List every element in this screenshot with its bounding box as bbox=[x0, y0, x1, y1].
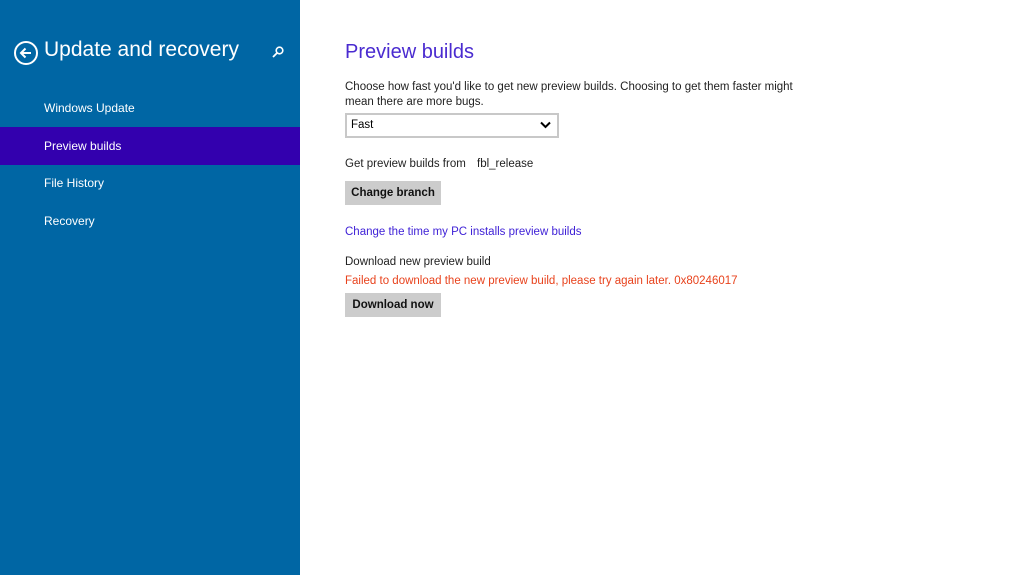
back-button[interactable] bbox=[14, 41, 38, 65]
speed-select[interactable]: Fast bbox=[345, 113, 559, 138]
speed-description: Choose how fast you'd like to get new pr… bbox=[345, 81, 793, 108]
download-now-button[interactable]: Download now bbox=[345, 293, 441, 317]
speed-select-value: Fast bbox=[351, 119, 374, 131]
back-arrow-icon bbox=[19, 47, 31, 59]
error-message: Failed to download the new preview build… bbox=[345, 275, 738, 287]
sidebar-title: Update and recovery bbox=[44, 38, 239, 61]
change-branch-button[interactable]: Change branch bbox=[345, 181, 441, 205]
search-icon[interactable] bbox=[272, 45, 284, 63]
branch-label: Get preview builds from bbox=[345, 158, 466, 170]
branch-value: fbl_release bbox=[477, 158, 534, 170]
page-title: Preview builds bbox=[345, 41, 474, 63]
download-label: Download new preview build bbox=[345, 256, 491, 268]
sidebar-item-file-history[interactable]: File History bbox=[0, 164, 300, 202]
sidebar-item-windows-update[interactable]: Windows Update bbox=[0, 89, 300, 127]
sidebar-item-preview-builds[interactable]: Preview builds bbox=[0, 127, 300, 165]
sidebar-item-recovery[interactable]: Recovery bbox=[0, 202, 300, 240]
chevron-down-icon bbox=[540, 121, 551, 129]
sidebar: Update and recovery Windows Update Previ… bbox=[0, 0, 300, 575]
change-install-time-link[interactable]: Change the time my PC installs preview b… bbox=[345, 226, 582, 238]
